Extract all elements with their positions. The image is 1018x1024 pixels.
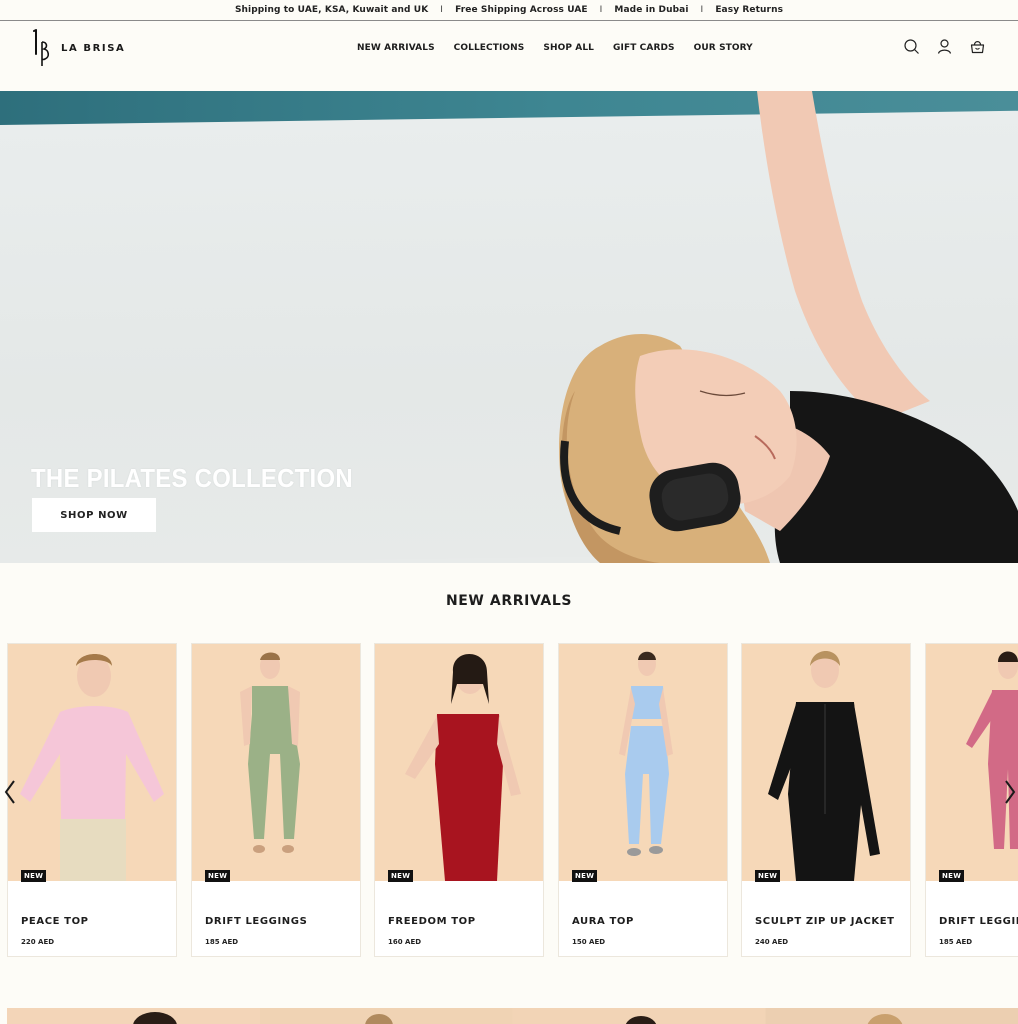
new-badge: NEW <box>939 870 965 882</box>
announcement-item: Easy Returns <box>715 5 784 15</box>
product-name[interactable]: PEACE TOP <box>21 916 89 927</box>
product-card[interactable]: NEW FREEDOM TOP 160 AED <box>374 643 544 957</box>
product-price: 240 AED <box>755 938 789 946</box>
brand-logo[interactable]: LA BRISA <box>33 28 125 68</box>
announcement-item: Free Shipping Across UAE <box>455 5 588 15</box>
nav-item-collections[interactable]: COLLECTIONS <box>454 43 525 53</box>
cart-icon[interactable] <box>969 38 986 55</box>
product-model-figure <box>405 654 521 881</box>
product-name[interactable]: AURA TOP <box>572 916 634 927</box>
product-carousel: NEW PEACE TOP 220 AED NEW DRIFT LEGGINGS… <box>7 643 1018 957</box>
section-title-new-arrivals: NEW ARRIVALS <box>445 593 573 609</box>
announcement-separator: I <box>599 5 603 15</box>
new-badge: NEW <box>21 870 47 882</box>
logo-monogram-icon <box>33 28 53 68</box>
product-image[interactable] <box>375 644 543 881</box>
announcement-separator: I <box>700 5 704 15</box>
product-price: 185 AED <box>939 938 973 946</box>
next-section-image-strip <box>7 1008 1018 1024</box>
product-price: 160 AED <box>388 938 422 946</box>
product-model-figure <box>768 651 880 881</box>
nav-item-new-arrivals[interactable]: NEW ARRIVALS <box>357 43 435 53</box>
product-garment <box>435 714 503 881</box>
main-nav: NEW ARRIVALS COLLECTIONS SHOP ALL GIFT C… <box>357 43 753 53</box>
carousel-prev-arrow-icon[interactable] <box>2 778 18 806</box>
product-model-figure <box>240 652 300 853</box>
product-price: 185 AED <box>205 938 239 946</box>
product-model-figure <box>20 654 164 881</box>
announcement-item: Made in Dubai <box>614 5 689 15</box>
new-badge: NEW <box>755 870 781 882</box>
new-badge: NEW <box>572 870 598 882</box>
nav-item-shop-all[interactable]: SHOP ALL <box>543 43 594 53</box>
product-garment <box>625 726 669 844</box>
product-card[interactable]: NEW PEACE TOP 220 AED <box>7 643 177 957</box>
new-badge: NEW <box>388 870 414 882</box>
brand-name: LA BRISA <box>61 42 126 54</box>
product-name[interactable]: DRIFT LEGGINGS <box>205 916 307 927</box>
account-icon[interactable] <box>936 38 953 55</box>
product-price: 150 AED <box>572 938 606 946</box>
product-image[interactable] <box>192 644 360 881</box>
product-name[interactable]: FREEDOM TOP <box>388 916 476 927</box>
announcement-bar: Shipping to UAE, KSA, Kuwait and UK I Fr… <box>0 0 1018 21</box>
hero-banner[interactable]: THE PILATES COLLECTION SHOP NOW <box>0 91 1018 563</box>
product-price: 220 AED <box>21 938 55 946</box>
product-image[interactable] <box>926 644 1018 881</box>
product-image[interactable] <box>742 644 910 881</box>
product-name[interactable]: SCULPT ZIP UP JACKET <box>755 916 895 927</box>
site-header: LA BRISA NEW ARRIVALS COLLECTIONS SHOP A… <box>0 22 1018 91</box>
product-card[interactable]: NEW AURA TOP 150 AED <box>558 643 728 957</box>
product-image[interactable] <box>559 644 727 881</box>
nav-item-gift-cards[interactable]: GIFT CARDS <box>613 43 675 53</box>
announcement-separator: I <box>440 5 444 15</box>
product-image[interactable] <box>8 644 176 881</box>
new-badge: NEW <box>205 870 231 882</box>
carousel-next-arrow-icon[interactable] <box>1002 778 1018 806</box>
shop-now-button[interactable]: SHOP NOW <box>32 498 156 532</box>
header-actions <box>903 38 986 55</box>
announcement-item: Shipping to UAE, KSA, Kuwait and UK <box>234 5 429 15</box>
nav-item-our-story[interactable]: OUR STORY <box>694 43 753 53</box>
product-model-figure <box>619 651 673 856</box>
product-card[interactable]: NEW DRIFT LEGGINGS 185 AED <box>191 643 361 957</box>
product-card[interactable]: NEW SCULPT ZIP UP JACKET 240 AED <box>741 643 911 957</box>
product-name[interactable]: DRIFT LEGGINGS <box>939 916 1018 927</box>
search-icon[interactable] <box>903 38 920 55</box>
hero-title: THE PILATES COLLECTION <box>31 463 353 493</box>
product-model-figure <box>966 651 1018 849</box>
